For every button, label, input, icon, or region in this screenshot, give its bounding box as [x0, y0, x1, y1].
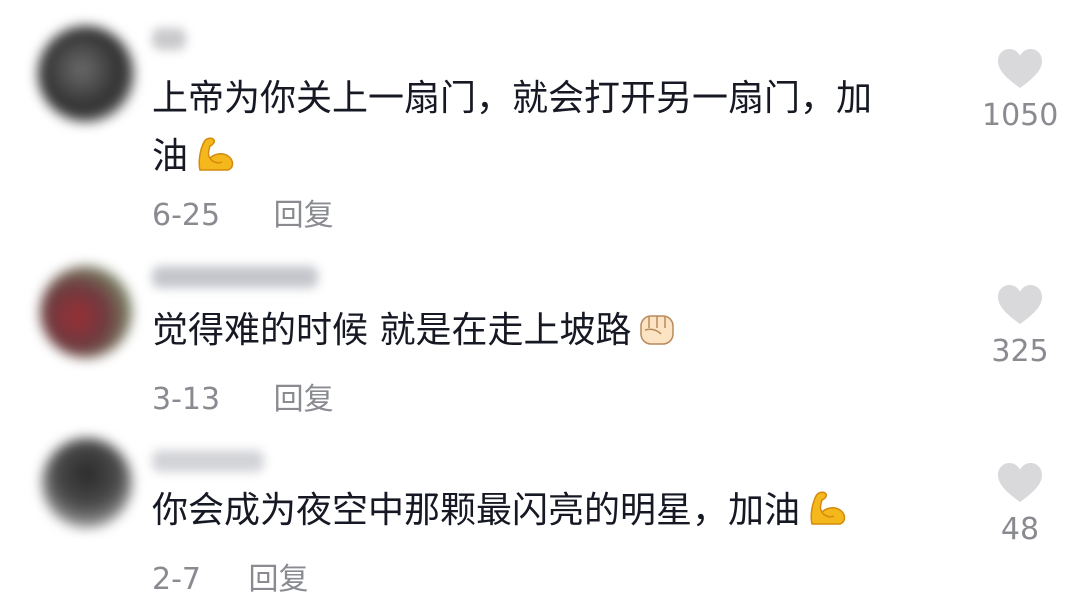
comment-text-line: 觉得难的时候 就是在走上坡路 [152, 302, 677, 366]
reply-button[interactable]: 回复 [249, 554, 309, 598]
avatar[interactable] [40, 266, 132, 358]
comment-item: 上帝为你关上一扇门，就会打开另一扇门，加 油 6-25 回复 1050 [0, 0, 1080, 240]
raised-fist-icon [637, 308, 677, 366]
heart-icon [998, 463, 1042, 502]
comment-item: 你会成为夜空中那颗最闪亮的明星，加油 2-7 回复 48 [0, 430, 1080, 609]
like-button[interactable]: 48 [982, 462, 1058, 547]
comment-item: 觉得难的时候 就是在走上坡路 3-13 回复 325 [0, 240, 1080, 430]
flexed-biceps-icon [806, 488, 850, 546]
like-button[interactable]: 1050 [982, 48, 1058, 133]
like-count: 1050 [982, 98, 1059, 133]
username-blurred[interactable] [152, 266, 318, 288]
comment-date: 3-13 [152, 382, 221, 417]
username-blurred[interactable] [152, 450, 264, 472]
reply-button[interactable]: 回复 [274, 374, 334, 418]
avatar[interactable] [42, 438, 132, 528]
comment-text-line: 你会成为夜空中那颗最闪亮的明星，加油 [152, 482, 850, 546]
comment-text: 你会成为夜空中那颗最闪亮的明星，加油 [152, 482, 850, 546]
like-count: 48 [1000, 512, 1040, 547]
flexed-biceps-icon [194, 134, 238, 192]
comment-date: 2-7 [152, 562, 201, 597]
comment-text-line: 上帝为你关上一扇门，就会打开另一扇门，加 [152, 78, 873, 119]
avatar[interactable] [38, 26, 134, 122]
comment-meta: 3-13 回复 [152, 374, 334, 418]
comment-text: 觉得难的时候 就是在走上坡路 [152, 302, 677, 366]
heart-icon [998, 285, 1042, 324]
like-count: 325 [991, 334, 1049, 369]
reply-button[interactable]: 回复 [274, 190, 334, 234]
comment-meta: 6-25 回复 [152, 190, 334, 234]
comment-text: 上帝为你关上一扇门，就会打开另一扇门，加 油 [152, 70, 872, 192]
heart-icon [998, 49, 1042, 88]
comment-text-line: 油 [152, 128, 872, 192]
comment-date: 6-25 [152, 198, 221, 233]
comment-meta: 2-7 回复 [152, 554, 309, 598]
username-blurred[interactable] [152, 28, 186, 50]
like-button[interactable]: 325 [982, 284, 1058, 369]
